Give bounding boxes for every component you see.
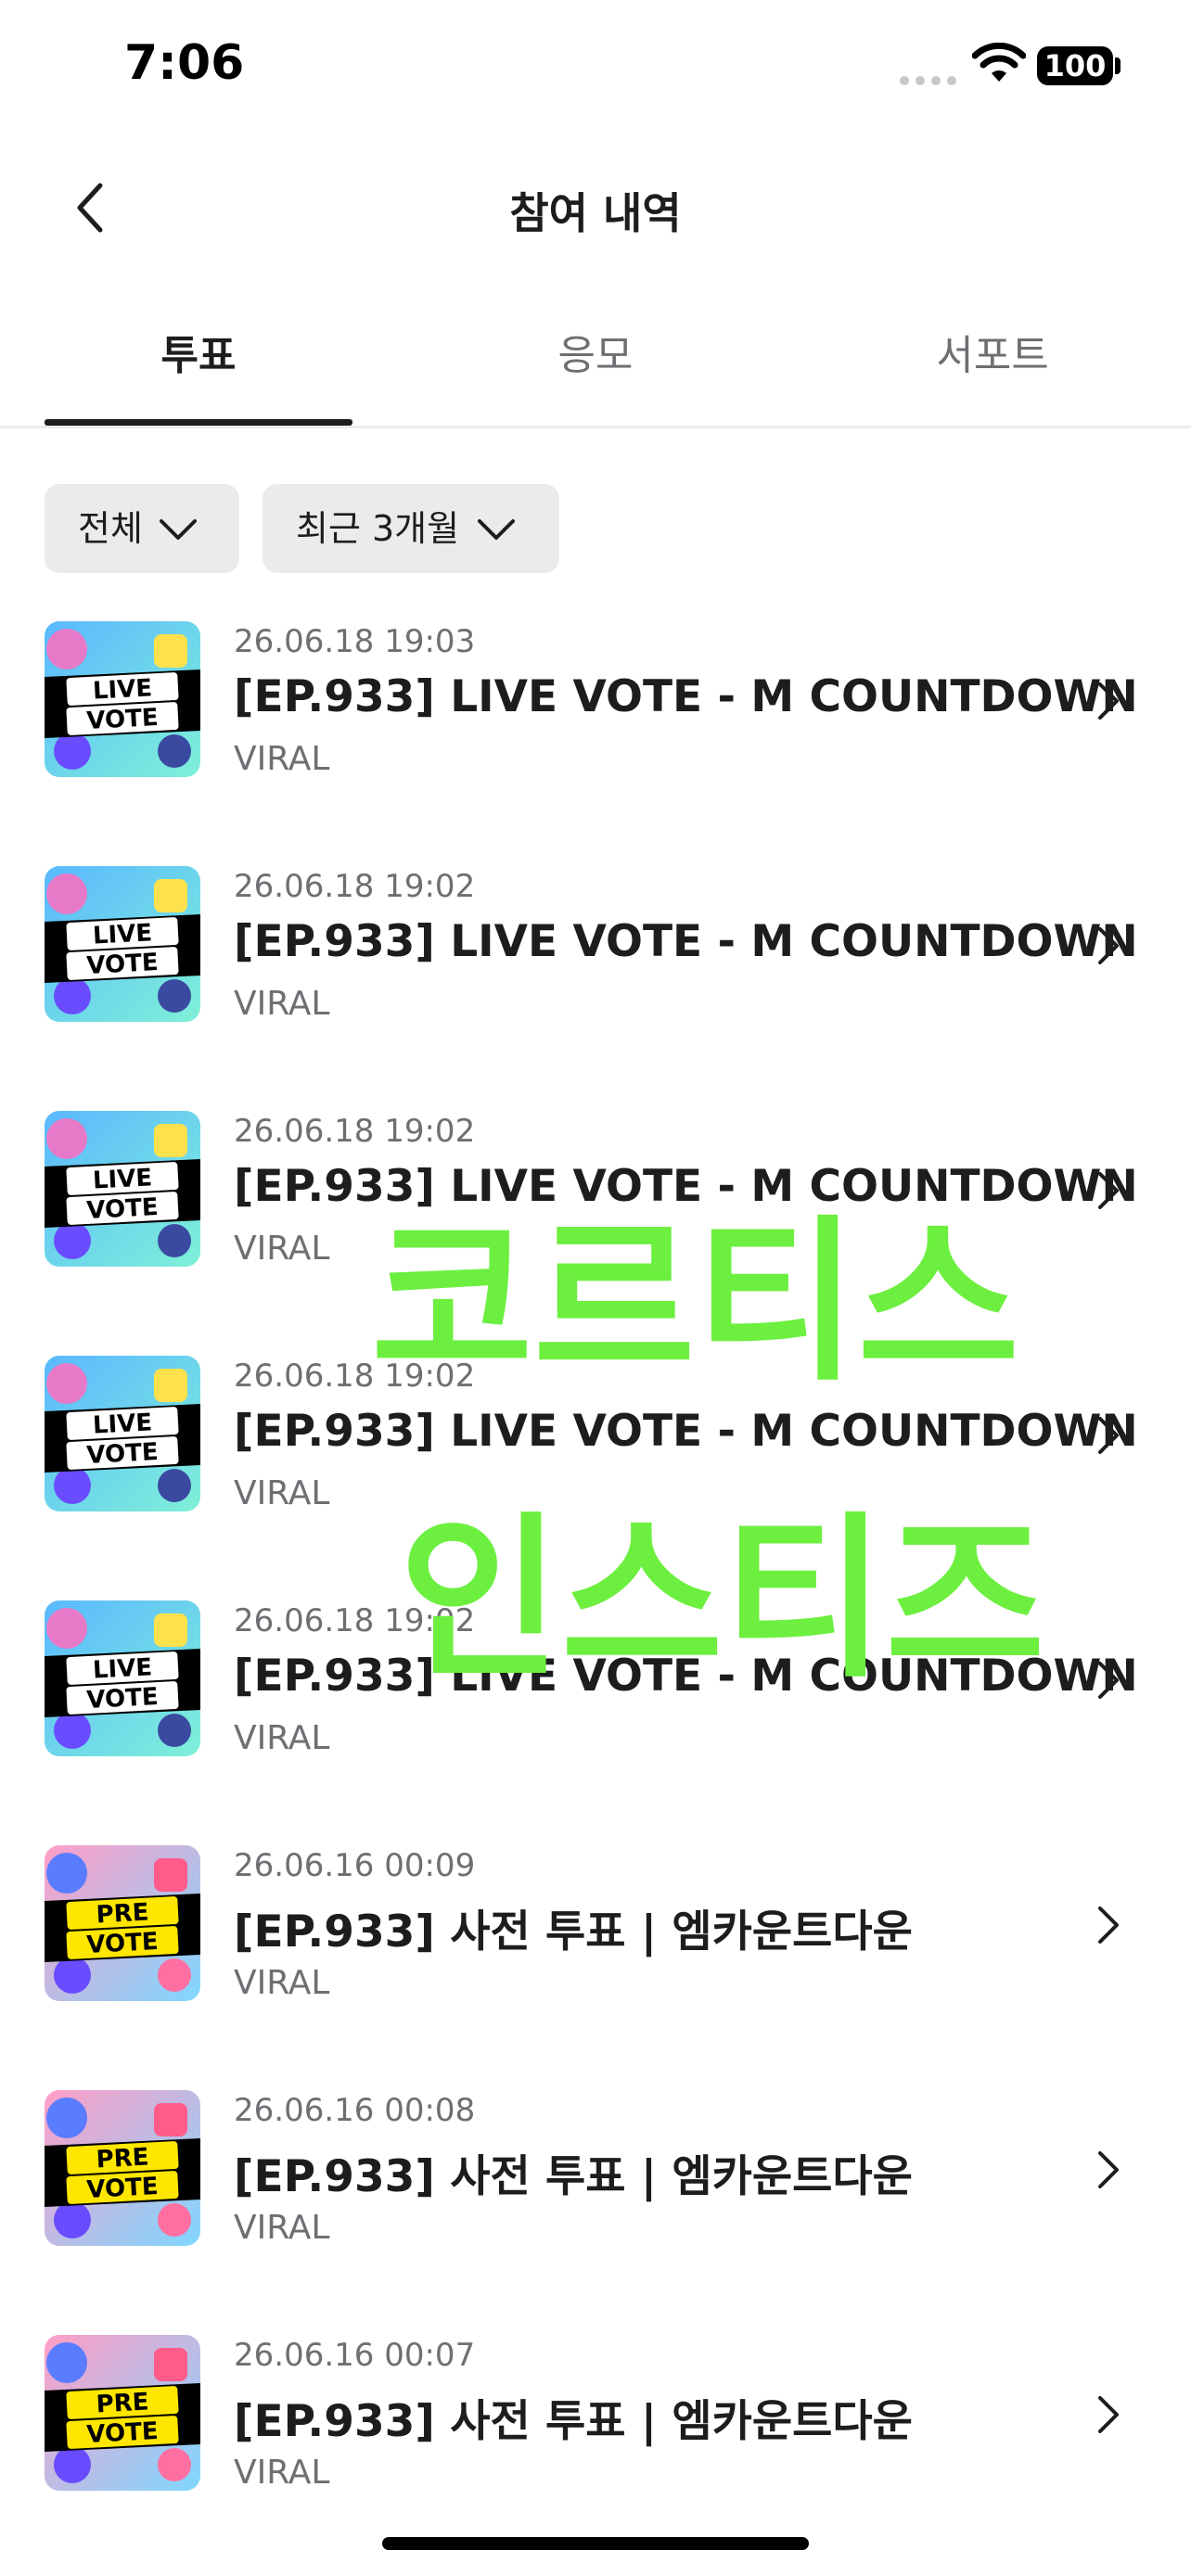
item-category: VIRAL xyxy=(234,1230,330,1268)
nav-header: 참여 내역 xyxy=(0,139,1191,278)
chevron-right-icon xyxy=(1098,1906,1119,1944)
filter-period-dropdown[interactable]: 최근 3개월 xyxy=(263,484,559,573)
tab-entry[interactable]: 응모 xyxy=(419,278,772,426)
filter-period-label: 최근 3개월 xyxy=(296,508,460,549)
tab-vote[interactable]: 투표 xyxy=(22,278,375,426)
item-title: [EP.933] 사전 투표 | 엠카운트다운 xyxy=(234,2151,913,2202)
item-title: [EP.933] LIVE VOTE - M COUNTDOWN xyxy=(234,671,1138,722)
item-date: 26.06.16 00:08 xyxy=(234,2092,476,2129)
item-category: VIRAL xyxy=(234,1964,330,2002)
item-category: VIRAL xyxy=(234,985,330,1023)
vote-thumbnail: LIVE VOTE xyxy=(45,621,200,777)
status-time: 7:06 xyxy=(124,35,245,91)
item-title: [EP.933] 사전 투표 | 엠카운트다운 xyxy=(234,2396,913,2447)
chevron-right-icon xyxy=(1098,2151,1119,2188)
list-item[interactable]: PRE VOTE 26.06.16 00:09 [EP.933] 사전 투표 |… xyxy=(0,1827,1191,2072)
badge-bottom-text: VOTE xyxy=(86,1928,160,1959)
chevron-right-icon xyxy=(1098,1172,1119,1209)
badge-top-text: LIVE xyxy=(92,1409,153,1439)
item-date: 26.06.18 19:02 xyxy=(234,1602,476,1639)
badge-top-text: LIVE xyxy=(92,919,153,950)
item-date: 26.06.18 19:02 xyxy=(234,1358,476,1395)
item-category: VIRAL xyxy=(234,1719,330,1757)
tab-support[interactable]: 서포트 xyxy=(816,278,1169,426)
list-item[interactable]: LIVE VOTE 26.06.18 19:02 [EP.933] LIVE V… xyxy=(0,1582,1191,1827)
item-category: VIRAL xyxy=(234,2209,330,2247)
item-category: VIRAL xyxy=(234,2454,330,2492)
list-item[interactable]: LIVE VOTE 26.06.18 19:02 [EP.933] LIVE V… xyxy=(0,1337,1191,1582)
chevron-right-icon xyxy=(1098,1417,1119,1454)
badge-bottom-text: VOTE xyxy=(86,2417,160,2449)
list-item[interactable]: LIVE VOTE 26.06.18 19:02 [EP.933] LIVE V… xyxy=(0,848,1191,1092)
battery-level: 100 xyxy=(1037,46,1113,85)
badge-top-text: PRE xyxy=(96,2389,149,2419)
badge-bottom-text: VOTE xyxy=(86,2173,160,2204)
vote-thumbnail: PRE VOTE xyxy=(45,1845,200,2001)
badge-top-text: LIVE xyxy=(92,674,153,705)
list-item[interactable]: LIVE VOTE 26.06.18 19:02 [EP.933] LIVE V… xyxy=(0,1092,1191,1337)
chevron-right-icon xyxy=(1098,927,1119,964)
badge-top-text: LIVE xyxy=(92,1653,153,1684)
list-item[interactable]: LIVE VOTE 26.06.18 19:03 [EP.933] LIVE V… xyxy=(0,603,1191,848)
item-category: VIRAL xyxy=(234,740,330,778)
item-date: 26.06.18 19:03 xyxy=(234,623,476,660)
item-date: 26.06.18 19:02 xyxy=(234,868,476,905)
badge-top-text: LIVE xyxy=(92,1164,153,1194)
vote-thumbnail: PRE VOTE xyxy=(45,2090,200,2246)
badge-bottom-text: VOTE xyxy=(86,704,160,735)
tab-bar: 투표 응모 서포트 xyxy=(0,278,1191,428)
vote-thumbnail: LIVE VOTE xyxy=(45,1356,200,1511)
item-category: VIRAL xyxy=(234,1474,330,1512)
item-title: [EP.933] 사전 투표 | 엠카운트다운 xyxy=(234,1906,913,1958)
wifi-icon xyxy=(972,43,1026,82)
badge-bottom-text: VOTE xyxy=(86,1683,160,1715)
vote-thumbnail: LIVE VOTE xyxy=(45,866,200,1022)
chevron-right-icon xyxy=(1098,1662,1119,1699)
item-date: 26.06.16 00:07 xyxy=(234,2337,476,2374)
cellular-signal-icon xyxy=(900,76,957,85)
item-title: [EP.933] LIVE VOTE - M COUNTDOWN xyxy=(234,1161,1138,1212)
item-date: 26.06.16 00:09 xyxy=(234,1847,476,1884)
filter-category-dropdown[interactable]: 전체 xyxy=(45,484,239,573)
home-indicator xyxy=(382,2537,809,2550)
status-bar: 7:06 100 xyxy=(0,0,1191,139)
vote-thumbnail: LIVE VOTE xyxy=(45,1111,200,1267)
page-title: 참여 내역 xyxy=(509,188,682,238)
item-title: [EP.933] LIVE VOTE - M COUNTDOWN xyxy=(234,1406,1138,1457)
badge-bottom-text: VOTE xyxy=(86,1438,160,1470)
chevron-right-icon xyxy=(1098,682,1119,720)
item-title: [EP.933] LIVE VOTE - M COUNTDOWN xyxy=(234,1651,1138,1702)
badge-bottom-text: VOTE xyxy=(86,1193,160,1225)
chevron-down-icon xyxy=(160,519,197,540)
list-item[interactable]: PRE VOTE 26.06.16 00:07 [EP.933] 사전 투표 |… xyxy=(0,2316,1191,2561)
vote-thumbnail: LIVE VOTE xyxy=(45,1600,200,1756)
list-item[interactable]: PRE VOTE 26.06.16 00:08 [EP.933] 사전 투표 |… xyxy=(0,2072,1191,2316)
badge-bottom-text: VOTE xyxy=(86,949,160,980)
active-tab-indicator xyxy=(45,419,352,426)
badge-top-text: PRE xyxy=(96,2144,149,2174)
battery-icon xyxy=(1115,57,1121,74)
chevron-right-icon xyxy=(1098,2396,1119,2433)
item-title: [EP.933] LIVE VOTE - M COUNTDOWN xyxy=(234,916,1138,967)
badge-top-text: PRE xyxy=(96,1899,149,1930)
vote-thumbnail: PRE VOTE xyxy=(45,2335,200,2491)
item-date: 26.06.18 19:02 xyxy=(234,1113,476,1150)
chevron-down-icon xyxy=(478,519,515,540)
filter-category-label: 전체 xyxy=(78,508,143,549)
